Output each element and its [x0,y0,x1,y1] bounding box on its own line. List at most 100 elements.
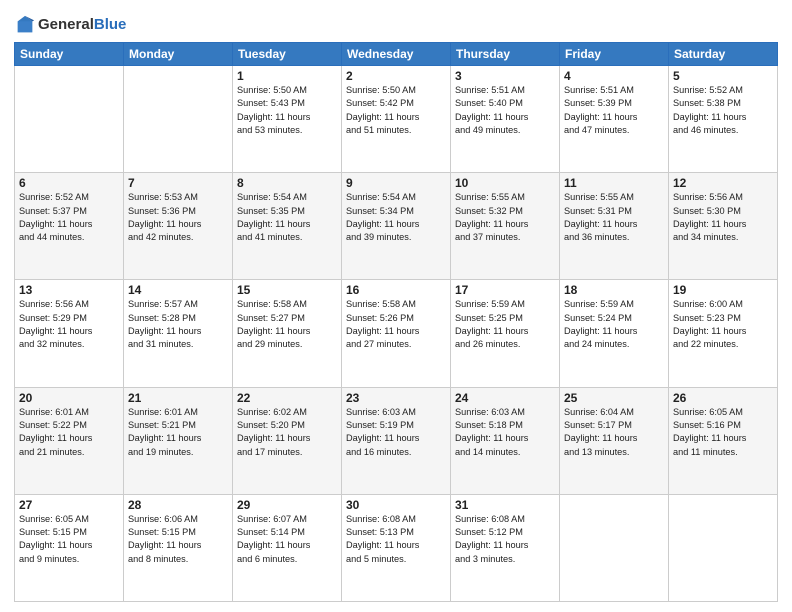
weekday-header-row: SundayMondayTuesdayWednesdayThursdayFrid… [15,43,778,66]
week-row-4: 20Sunrise: 6:01 AM Sunset: 5:22 PM Dayli… [15,387,778,494]
day-number: 9 [346,176,446,190]
day-number: 15 [237,283,337,297]
day-cell: 31Sunrise: 6:08 AM Sunset: 5:12 PM Dayli… [451,494,560,601]
day-cell: 13Sunrise: 5:56 AM Sunset: 5:29 PM Dayli… [15,280,124,387]
day-cell: 1Sunrise: 5:50 AM Sunset: 5:43 PM Daylig… [233,66,342,173]
logo-general: General [38,16,94,33]
weekday-sunday: Sunday [15,43,124,66]
day-cell: 29Sunrise: 6:07 AM Sunset: 5:14 PM Dayli… [233,494,342,601]
day-number: 13 [19,283,119,297]
week-row-2: 6Sunrise: 5:52 AM Sunset: 5:37 PM Daylig… [15,173,778,280]
day-info: Sunrise: 5:53 AM Sunset: 5:36 PM Dayligh… [128,191,228,244]
page: GeneralBlue SundayMondayTuesdayWednesday… [0,0,792,612]
day-info: Sunrise: 5:58 AM Sunset: 5:26 PM Dayligh… [346,298,446,351]
day-cell: 8Sunrise: 5:54 AM Sunset: 5:35 PM Daylig… [233,173,342,280]
day-info: Sunrise: 6:08 AM Sunset: 5:13 PM Dayligh… [346,513,446,566]
day-number: 6 [19,176,119,190]
day-cell: 27Sunrise: 6:05 AM Sunset: 5:15 PM Dayli… [15,494,124,601]
week-row-3: 13Sunrise: 5:56 AM Sunset: 5:29 PM Dayli… [15,280,778,387]
weekday-monday: Monday [124,43,233,66]
logo: GeneralBlue [14,14,126,36]
day-info: Sunrise: 6:01 AM Sunset: 5:22 PM Dayligh… [19,406,119,459]
day-cell: 14Sunrise: 5:57 AM Sunset: 5:28 PM Dayli… [124,280,233,387]
day-cell: 9Sunrise: 5:54 AM Sunset: 5:34 PM Daylig… [342,173,451,280]
day-number: 2 [346,69,446,83]
day-info: Sunrise: 5:56 AM Sunset: 5:29 PM Dayligh… [19,298,119,351]
day-cell: 6Sunrise: 5:52 AM Sunset: 5:37 PM Daylig… [15,173,124,280]
day-cell: 12Sunrise: 5:56 AM Sunset: 5:30 PM Dayli… [669,173,778,280]
day-cell: 11Sunrise: 5:55 AM Sunset: 5:31 PM Dayli… [560,173,669,280]
day-info: Sunrise: 6:04 AM Sunset: 5:17 PM Dayligh… [564,406,664,459]
day-cell: 5Sunrise: 5:52 AM Sunset: 5:38 PM Daylig… [669,66,778,173]
day-info: Sunrise: 6:03 AM Sunset: 5:19 PM Dayligh… [346,406,446,459]
day-number: 5 [673,69,773,83]
day-cell: 20Sunrise: 6:01 AM Sunset: 5:22 PM Dayli… [15,387,124,494]
day-cell [124,66,233,173]
day-number: 22 [237,391,337,405]
day-cell: 18Sunrise: 5:59 AM Sunset: 5:24 PM Dayli… [560,280,669,387]
day-number: 1 [237,69,337,83]
logo-text: GeneralBlue [38,17,126,34]
week-row-1: 1Sunrise: 5:50 AM Sunset: 5:43 PM Daylig… [15,66,778,173]
day-number: 21 [128,391,228,405]
day-cell [15,66,124,173]
day-number: 12 [673,176,773,190]
day-number: 25 [564,391,664,405]
day-number: 19 [673,283,773,297]
day-info: Sunrise: 5:54 AM Sunset: 5:34 PM Dayligh… [346,191,446,244]
day-info: Sunrise: 5:59 AM Sunset: 5:25 PM Dayligh… [455,298,555,351]
logo-icon [14,14,36,36]
day-cell: 23Sunrise: 6:03 AM Sunset: 5:19 PM Dayli… [342,387,451,494]
day-cell: 30Sunrise: 6:08 AM Sunset: 5:13 PM Dayli… [342,494,451,601]
day-number: 4 [564,69,664,83]
day-cell: 19Sunrise: 6:00 AM Sunset: 5:23 PM Dayli… [669,280,778,387]
day-cell: 3Sunrise: 5:51 AM Sunset: 5:40 PM Daylig… [451,66,560,173]
day-info: Sunrise: 5:59 AM Sunset: 5:24 PM Dayligh… [564,298,664,351]
day-info: Sunrise: 6:07 AM Sunset: 5:14 PM Dayligh… [237,513,337,566]
day-cell: 15Sunrise: 5:58 AM Sunset: 5:27 PM Dayli… [233,280,342,387]
day-cell: 28Sunrise: 6:06 AM Sunset: 5:15 PM Dayli… [124,494,233,601]
day-number: 17 [455,283,555,297]
day-cell: 25Sunrise: 6:04 AM Sunset: 5:17 PM Dayli… [560,387,669,494]
day-info: Sunrise: 6:06 AM Sunset: 5:15 PM Dayligh… [128,513,228,566]
day-info: Sunrise: 6:03 AM Sunset: 5:18 PM Dayligh… [455,406,555,459]
day-cell [669,494,778,601]
day-number: 11 [564,176,664,190]
day-info: Sunrise: 5:52 AM Sunset: 5:37 PM Dayligh… [19,191,119,244]
day-info: Sunrise: 5:56 AM Sunset: 5:30 PM Dayligh… [673,191,773,244]
day-number: 29 [237,498,337,512]
day-info: Sunrise: 5:52 AM Sunset: 5:38 PM Dayligh… [673,84,773,137]
day-number: 27 [19,498,119,512]
day-cell: 7Sunrise: 5:53 AM Sunset: 5:36 PM Daylig… [124,173,233,280]
weekday-saturday: Saturday [669,43,778,66]
day-info: Sunrise: 5:55 AM Sunset: 5:32 PM Dayligh… [455,191,555,244]
day-number: 28 [128,498,228,512]
day-info: Sunrise: 5:54 AM Sunset: 5:35 PM Dayligh… [237,191,337,244]
day-number: 10 [455,176,555,190]
day-info: Sunrise: 5:51 AM Sunset: 5:40 PM Dayligh… [455,84,555,137]
weekday-thursday: Thursday [451,43,560,66]
logo-blue: Blue [94,16,127,33]
day-info: Sunrise: 5:55 AM Sunset: 5:31 PM Dayligh… [564,191,664,244]
day-info: Sunrise: 5:50 AM Sunset: 5:42 PM Dayligh… [346,84,446,137]
week-row-5: 27Sunrise: 6:05 AM Sunset: 5:15 PM Dayli… [15,494,778,601]
day-number: 8 [237,176,337,190]
day-cell: 10Sunrise: 5:55 AM Sunset: 5:32 PM Dayli… [451,173,560,280]
weekday-friday: Friday [560,43,669,66]
day-cell: 21Sunrise: 6:01 AM Sunset: 5:21 PM Dayli… [124,387,233,494]
day-number: 31 [455,498,555,512]
day-number: 23 [346,391,446,405]
day-cell: 22Sunrise: 6:02 AM Sunset: 5:20 PM Dayli… [233,387,342,494]
day-number: 7 [128,176,228,190]
day-cell: 2Sunrise: 5:50 AM Sunset: 5:42 PM Daylig… [342,66,451,173]
day-number: 18 [564,283,664,297]
day-cell: 26Sunrise: 6:05 AM Sunset: 5:16 PM Dayli… [669,387,778,494]
weekday-tuesday: Tuesday [233,43,342,66]
day-info: Sunrise: 5:57 AM Sunset: 5:28 PM Dayligh… [128,298,228,351]
day-number: 14 [128,283,228,297]
calendar: SundayMondayTuesdayWednesdayThursdayFrid… [14,42,778,602]
day-info: Sunrise: 5:50 AM Sunset: 5:43 PM Dayligh… [237,84,337,137]
day-info: Sunrise: 6:01 AM Sunset: 5:21 PM Dayligh… [128,406,228,459]
day-info: Sunrise: 6:08 AM Sunset: 5:12 PM Dayligh… [455,513,555,566]
day-info: Sunrise: 5:51 AM Sunset: 5:39 PM Dayligh… [564,84,664,137]
